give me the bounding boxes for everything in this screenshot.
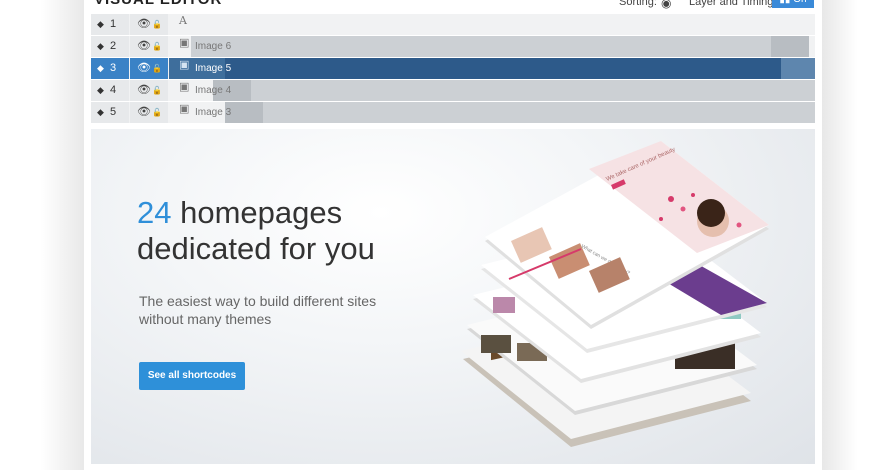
image-type-icon: ▣ xyxy=(179,102,190,115)
headline-text-1: homepages xyxy=(171,195,343,230)
layer-timeline: A xyxy=(169,14,815,35)
visual-editor-panel: VISUAL EDITOR Sorting: ◉ Layer and Timin… xyxy=(84,0,822,470)
petal xyxy=(691,193,695,197)
layer-label: Image 3 xyxy=(195,107,232,118)
layer-sort-cell: ◆ 1 xyxy=(91,14,129,35)
sort-arrows-icon[interactable]: ◆ xyxy=(97,80,104,101)
headline-text-2: dedicated for you xyxy=(137,231,375,266)
layer-row[interactable]: ◆ 2 👁 🔓 ▣ Image 6 xyxy=(91,36,815,57)
layer-controls-cell: 👁 🔓 xyxy=(130,36,168,57)
lock-icon[interactable]: 🔓 xyxy=(152,80,162,101)
layer-timing-label: Layer and Timing: xyxy=(689,0,777,8)
layer-index: 3 xyxy=(110,62,117,74)
layer-controls-cell: 👁 🔓 xyxy=(130,14,168,35)
petal xyxy=(659,217,663,221)
sorting-toggle-icon[interactable]: ◉ xyxy=(661,0,671,10)
petal xyxy=(680,206,686,212)
homepage-stack-illustration: We take care of your beauty What can we … xyxy=(461,141,769,447)
layer-sort-cell: ◆ 3 xyxy=(91,58,129,79)
layer-label: Image 6 xyxy=(195,41,232,52)
timing-bar-end-handle[interactable] xyxy=(771,36,809,57)
toggle-icon: ▮▮ xyxy=(779,0,793,5)
sort-arrows-icon[interactable]: ◆ xyxy=(97,102,104,123)
layer-index: 1 xyxy=(110,18,117,30)
layer-index: 5 xyxy=(110,106,117,118)
timing-bar-end-handle[interactable] xyxy=(781,58,815,79)
layer-controls-cell: 👁 🔓 xyxy=(130,58,168,79)
subtitle-line-2: without many themes xyxy=(139,311,272,327)
text-type-icon: A xyxy=(179,14,187,27)
see-all-shortcodes-button[interactable]: See all shortcodes xyxy=(139,362,245,390)
image-type-icon: ▣ xyxy=(179,36,190,49)
layer-list: ◆ 1 👁 🔓 A ◆ 2 👁 🔓 ▣ Image 6 ◆ 3 👁 🔓 ▣ Im… xyxy=(91,14,815,124)
layer-controls-cell: 👁 🔓 xyxy=(130,102,168,123)
lock-icon[interactable]: 🔓 xyxy=(152,102,162,123)
layer-row[interactable]: ◆ 5 👁 🔓 ▣ Image 3 xyxy=(91,102,815,123)
petal xyxy=(736,222,742,228)
lock-icon[interactable]: 🔓 xyxy=(152,14,162,35)
layer-sort-cell: ◆ 4 xyxy=(91,80,129,101)
thumbnail xyxy=(493,297,515,313)
eye-icon[interactable]: 👁 xyxy=(137,36,151,57)
layer-row[interactable]: ◆ 1 👁 🔓 A xyxy=(91,14,815,35)
lock-icon[interactable]: 🔓 xyxy=(152,58,162,79)
layer-label: Image 5 xyxy=(195,63,232,74)
layer-sort-cell: ◆ 2 xyxy=(91,36,129,57)
layer-timeline: ▣ Image 3 xyxy=(169,102,815,123)
layer-timeline: ▣ Image 5 xyxy=(169,58,815,79)
eye-icon[interactable]: 👁 xyxy=(137,14,151,35)
image-type-icon: ▣ xyxy=(179,80,190,93)
toggle-label: On xyxy=(793,0,806,5)
timing-bar[interactable] xyxy=(213,80,815,101)
editor-header: VISUAL EDITOR Sorting: ◉ Layer and Timin… xyxy=(84,0,822,14)
layer-timeline: ▣ Image 4 xyxy=(169,80,815,101)
subtitle-line-1: The easiest way to build different sites xyxy=(139,293,377,309)
layer-controls-cell: 👁 🔓 xyxy=(130,80,168,101)
sort-arrows-icon[interactable]: ◆ xyxy=(97,14,104,35)
layer-label: Image 4 xyxy=(195,85,232,96)
layer-row[interactable]: ◆ 4 👁 🔓 ▣ Image 4 xyxy=(91,80,815,101)
sort-arrows-icon[interactable]: ◆ xyxy=(97,36,104,57)
layer-index: 4 xyxy=(110,84,117,96)
petal xyxy=(668,196,674,202)
headline-number: 24 xyxy=(137,195,172,230)
sort-arrows-icon[interactable]: ◆ xyxy=(97,58,104,79)
sorting-label: Sorting: xyxy=(619,0,657,8)
hero-subtitle: The easiest way to build different sites… xyxy=(139,292,399,328)
layer-timeline: ▣ Image 6 xyxy=(169,36,815,57)
editor-title: VISUAL EDITOR xyxy=(94,0,222,8)
timing-bar[interactable] xyxy=(225,102,815,123)
right-shadow xyxy=(818,0,858,470)
timing-bar[interactable] xyxy=(191,36,809,57)
layer-row-selected[interactable]: ◆ 3 👁 🔓 ▣ Image 5 xyxy=(91,58,815,79)
eye-icon[interactable]: 👁 xyxy=(137,58,151,79)
eye-icon[interactable]: 👁 xyxy=(137,102,151,123)
layer-index: 2 xyxy=(110,40,117,52)
left-shadow xyxy=(40,0,90,470)
model-hair xyxy=(697,199,725,227)
slide-preview: 24 homepages dedicated for you The easie… xyxy=(91,129,815,464)
layer-timing-toggle-button[interactable]: ▮▮ On xyxy=(772,0,814,8)
layer-sort-cell: ◆ 5 xyxy=(91,102,129,123)
eye-icon[interactable]: 👁 xyxy=(137,80,151,101)
hero-headline: 24 homepages dedicated for you xyxy=(137,195,375,267)
timing-bar[interactable] xyxy=(225,58,815,79)
thumbnail xyxy=(481,335,511,353)
lock-icon[interactable]: 🔓 xyxy=(152,36,162,57)
image-type-icon: ▣ xyxy=(179,58,190,71)
